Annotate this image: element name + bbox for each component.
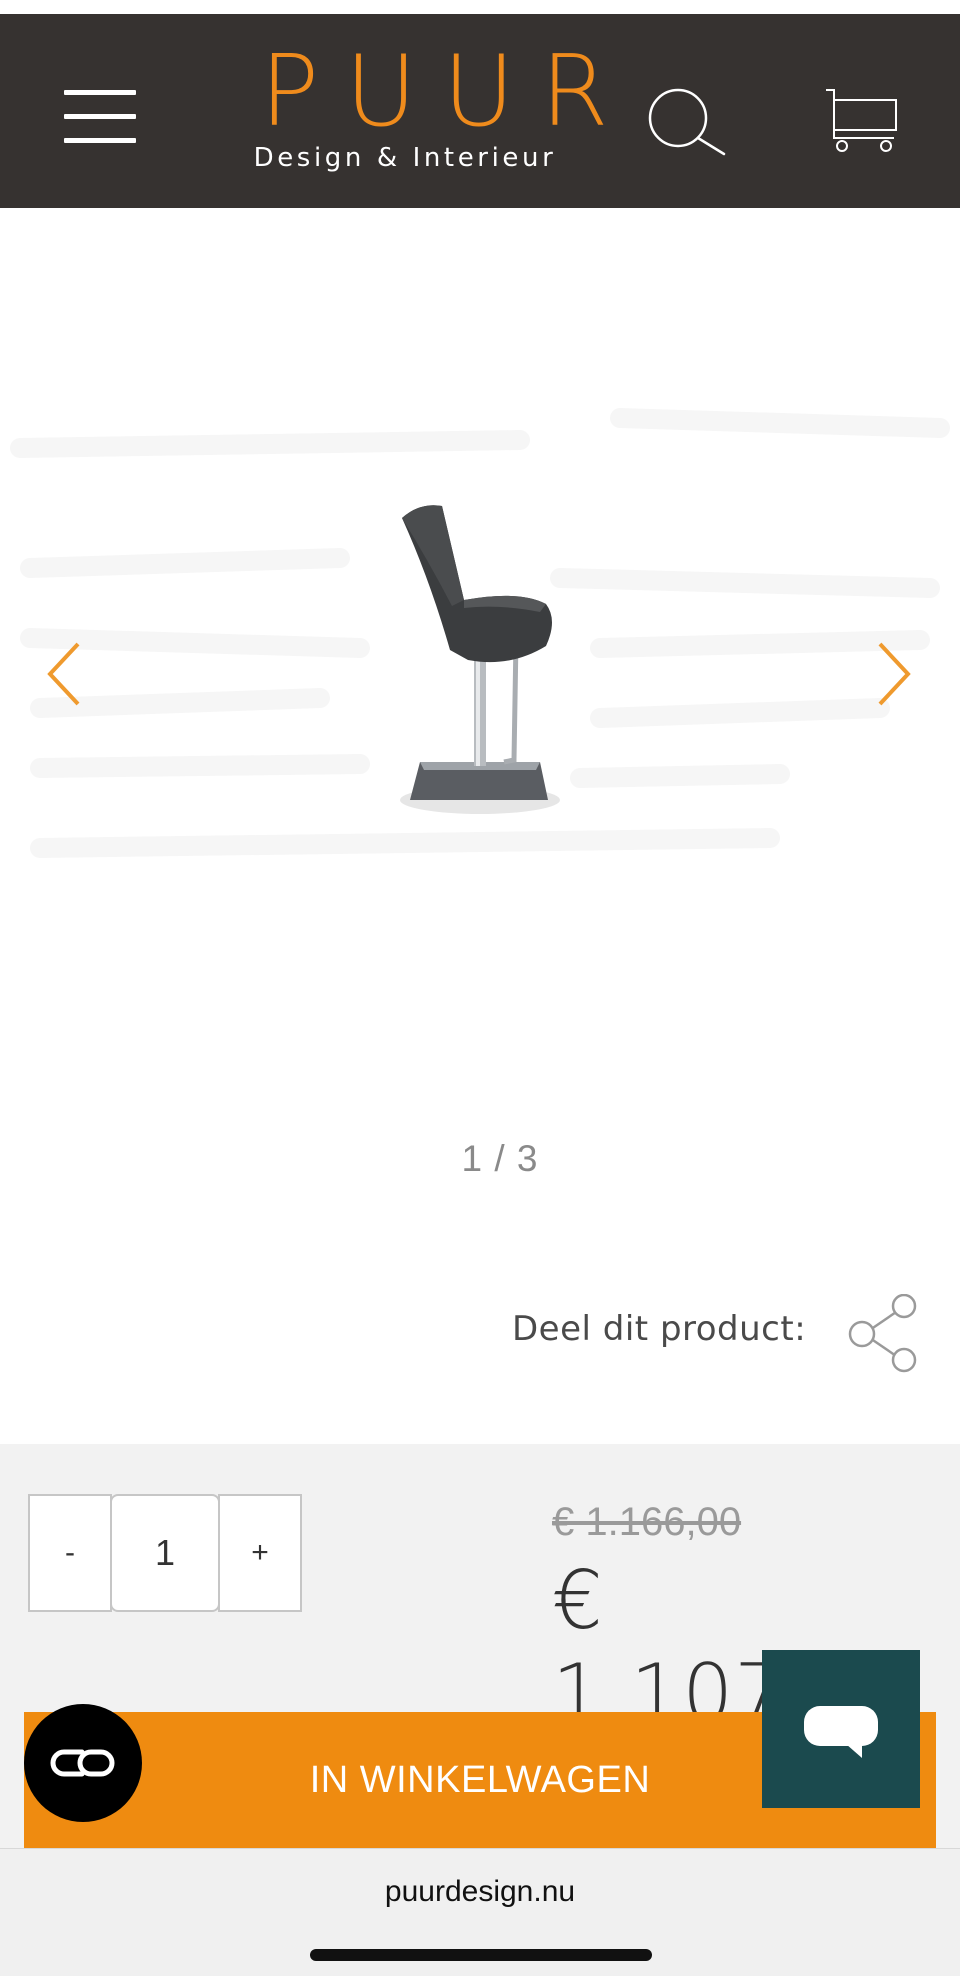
search-icon[interactable]	[648, 88, 728, 158]
logo-tagline: Design & Interieur	[253, 143, 557, 173]
product-image-bar-stool	[400, 505, 560, 814]
quantity-increase-button[interactable]: +	[218, 1494, 302, 1612]
link-icon[interactable]	[24, 1704, 142, 1822]
chevron-left-icon[interactable]	[34, 634, 94, 714]
logo[interactable]: PUUR Design & Interieur	[240, 35, 635, 182]
chat-bubble-icon[interactable]	[762, 1650, 920, 1808]
status-bar	[0, 0, 960, 14]
product-gallery[interactable]: 1 / 3	[0, 208, 960, 1258]
share-icon[interactable]	[846, 1293, 920, 1374]
share-label: Deel dit product:	[512, 1309, 807, 1349]
gallery-counter: 1 / 3	[461, 1138, 539, 1179]
cart-icon[interactable]	[824, 88, 900, 154]
quantity-input[interactable]: 1	[110, 1494, 220, 1612]
hamburger-menu-icon[interactable]	[60, 86, 138, 146]
original-price: € 1.166,00	[552, 1500, 742, 1544]
logo-wordmark: PUUR	[260, 35, 635, 149]
share-section: Deel dit product:	[0, 1258, 960, 1444]
chevron-right-icon[interactable]	[864, 634, 924, 714]
url-text[interactable]: puurdesign.nu	[0, 1875, 960, 1909]
site-header: PUUR Design & Interieur	[0, 14, 960, 208]
home-indicator[interactable]	[310, 1949, 652, 1961]
quantity-stepper: - 1 +	[28, 1494, 302, 1616]
browser-address-bar[interactable]: puurdesign.nu	[0, 1848, 960, 1976]
quantity-decrease-button[interactable]: -	[28, 1494, 112, 1612]
